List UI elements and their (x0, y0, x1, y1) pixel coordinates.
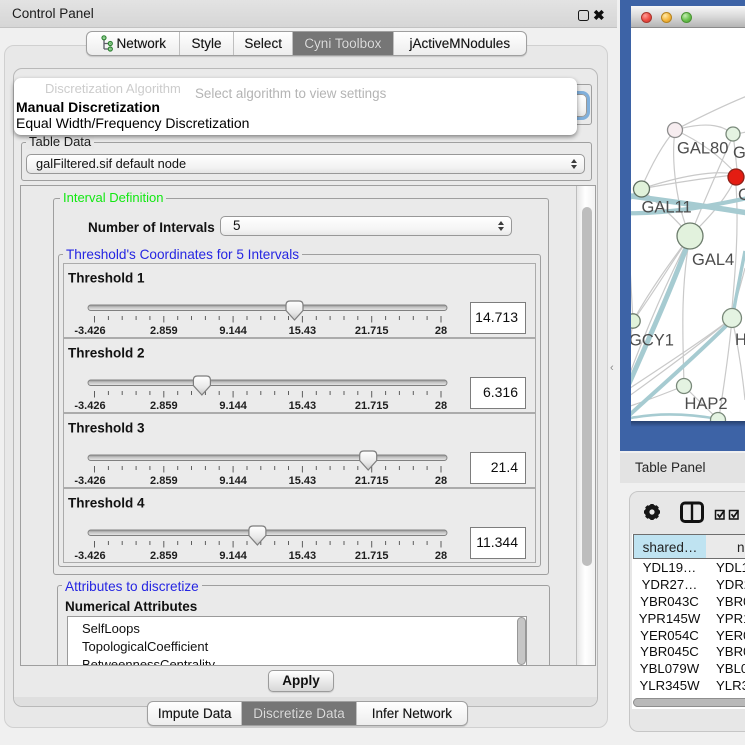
svg-text:GA: GA (733, 144, 745, 162)
svg-text:C: C (738, 186, 745, 204)
svg-text:GAL11: GAL11 (642, 199, 692, 217)
svg-text:HAP2: HAP2 (685, 395, 728, 413)
svg-text:GAL80: GAL80 (677, 140, 728, 158)
svg-text:H: H (735, 331, 745, 349)
svg-text:GAL4: GAL4 (692, 251, 734, 269)
svg-text:GCY1: GCY1 (631, 332, 674, 350)
